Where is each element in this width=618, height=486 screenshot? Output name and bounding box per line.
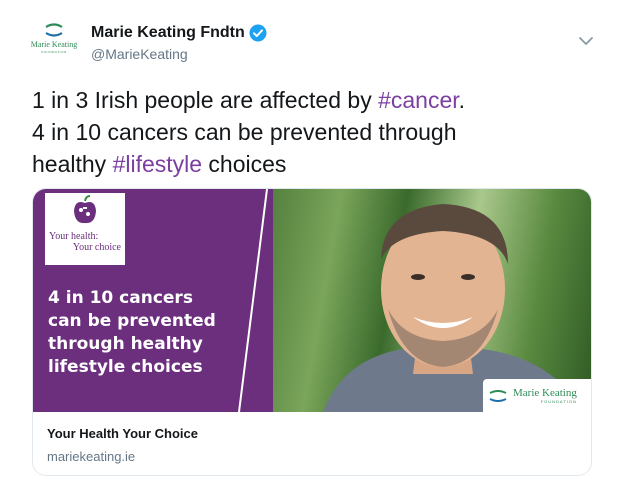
hashtag-lifestyle[interactable]: #lifestyle — [113, 151, 202, 177]
tweet-text: 1 in 3 Irish people are affected by #can… — [32, 84, 592, 180]
marie-keating-logo-icon — [489, 389, 507, 402]
tweet-text-segment: . — [458, 87, 466, 113]
foundation-badge-text: Marie Keating FOUNDATION — [513, 387, 577, 404]
logo-tagline-1: Your health: — [49, 231, 99, 242]
hashtag-cancer[interactable]: #cancer — [378, 87, 459, 113]
chevron-down-icon[interactable] — [578, 35, 594, 47]
avatar-logo-subtext: FOUNDATION — [41, 50, 67, 54]
tweet-text-segment: 1 in 3 Irish people are affected by — [32, 87, 379, 113]
tweet-line-2: 4 in 10 cancers can be prevented through — [32, 119, 457, 145]
badge-line-1: Marie Keating — [513, 387, 577, 399]
card-title: Your Health Your Choice — [47, 426, 198, 441]
card-image[interactable]: Your health: Your choice 4 in 10 cancers… — [33, 189, 591, 412]
card-domain: mariekeating.ie — [47, 449, 136, 464]
apple-icon — [74, 195, 96, 224]
author-name-row: Marie Keating Fndtn — [91, 24, 267, 42]
tweet-line-1: 1 in 3 Irish people are affected by #can… — [32, 84, 592, 116]
avatar-logo-text: Marie Keating — [30, 40, 78, 49]
tweet-text-segment: choices — [202, 151, 287, 177]
foundation-badge: Marie Keating FOUNDATION — [483, 379, 591, 412]
link-card[interactable]: Your health: Your choice 4 in 10 cancers… — [32, 188, 592, 476]
tweet-line-3: healthy #lifestyle choices — [32, 148, 592, 180]
promo-text: 4 in 10 cancers can be prevented through… — [48, 288, 216, 377]
marie-keating-logo-icon — [45, 23, 63, 37]
logo-tagline-2: Your choice — [72, 242, 121, 253]
card-info[interactable]: Your Health Your Choice mariekeating.ie — [33, 412, 591, 464]
badge-line-2: FOUNDATION — [540, 399, 577, 404]
author-handle[interactable]: @MarieKeating — [91, 46, 188, 62]
avatar[interactable]: Marie Keating FOUNDATION — [28, 18, 80, 64]
verified-badge-icon — [249, 24, 267, 42]
tweet-text-segment: healthy — [32, 151, 113, 177]
display-name[interactable]: Marie Keating Fndtn — [91, 24, 245, 42]
your-health-logo: Your health: Your choice — [45, 193, 125, 265]
